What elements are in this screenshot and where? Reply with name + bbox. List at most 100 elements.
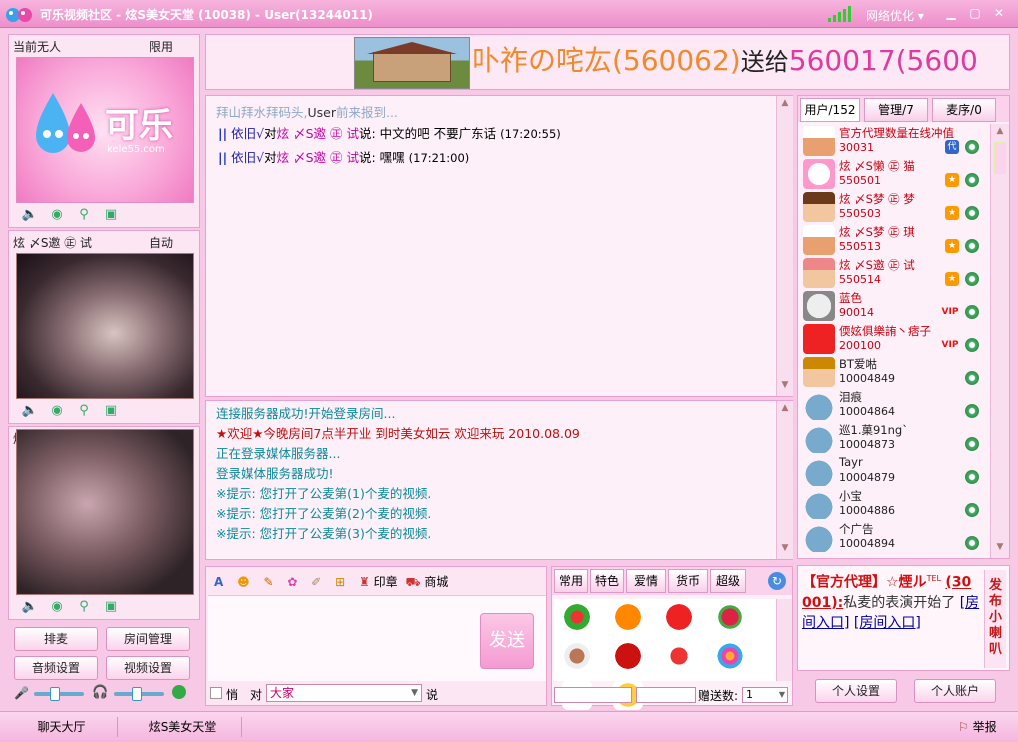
user-row[interactable]: 炫 〆S梦 ㊣ 梦 550503 ★ bbox=[801, 190, 979, 223]
gift-receiver-field[interactable] bbox=[554, 687, 632, 703]
report-button[interactable]: ⚐ 举报 bbox=[958, 718, 997, 735]
scroll-down-icon[interactable]: ▼ bbox=[779, 380, 791, 394]
mic-volume-thumb[interactable] bbox=[50, 687, 60, 701]
scroll-down-icon[interactable]: ▼ bbox=[779, 543, 791, 557]
gift-tab[interactable]: 特色 bbox=[590, 569, 624, 593]
room-link[interactable]: [房间入口] bbox=[854, 615, 921, 631]
minimize-button[interactable]: ▁ bbox=[942, 5, 960, 21]
camera-icon[interactable]: ▣ bbox=[102, 599, 120, 615]
user-list-scrollbar[interactable]: ▲ ▼ bbox=[990, 124, 1009, 558]
tab-users[interactable]: 用户/152 bbox=[800, 98, 860, 122]
volume-icon[interactable]: 🔈 bbox=[21, 403, 39, 419]
gift-tab[interactable]: 爱情 bbox=[626, 569, 666, 593]
webcam-icon[interactable] bbox=[965, 437, 979, 451]
user-row[interactable]: BT爱喖 10004849 bbox=[801, 355, 979, 388]
mic3-video[interactable] bbox=[16, 429, 194, 595]
emoji-icon[interactable]: ☻ bbox=[237, 575, 250, 589]
webcam-icon[interactable]: ◉ bbox=[48, 599, 66, 615]
tab-mic-queue[interactable]: 麦序/0 bbox=[932, 98, 996, 122]
stamp-icon[interactable]: ♜ bbox=[359, 575, 370, 589]
gift-tab[interactable]: 常用 bbox=[554, 569, 588, 593]
mall-icon[interactable]: ⛟ bbox=[405, 575, 420, 589]
webcam-icon[interactable] bbox=[965, 206, 979, 220]
mic2-video[interactable] bbox=[16, 253, 194, 399]
camera-icon[interactable]: ▣ bbox=[102, 207, 120, 223]
camera-icon[interactable]: ▣ bbox=[102, 403, 120, 419]
user-row[interactable]: 官方代理数量在线冲值 30031 代 bbox=[801, 124, 979, 157]
gift-item[interactable] bbox=[664, 602, 694, 632]
network-optimize-menu[interactable]: 网络优化 ▾ bbox=[866, 7, 924, 24]
room-manage-button[interactable]: 房间管理 bbox=[106, 627, 190, 651]
gift-icon[interactable]: ⊞ bbox=[335, 575, 345, 589]
gift-item-field[interactable] bbox=[636, 687, 696, 703]
queue-button[interactable]: 排麦 bbox=[14, 627, 98, 651]
webcam-icon[interactable] bbox=[965, 338, 979, 352]
webcam-icon[interactable]: ◉ bbox=[48, 207, 66, 223]
webcam-icon[interactable] bbox=[965, 305, 979, 319]
webcam-icon[interactable] bbox=[965, 239, 979, 253]
close-button[interactable]: ✕ bbox=[990, 5, 1008, 21]
refresh-icon[interactable]: ↻ bbox=[768, 572, 786, 590]
user-row[interactable]: 炫 〆S邀 ㊣ 试 550514 ★ bbox=[801, 256, 979, 289]
scroll-up-icon[interactable]: ▲ bbox=[779, 98, 791, 112]
zoom-icon[interactable]: ⚲ bbox=[75, 207, 93, 223]
user-row[interactable]: 炫 〆S懒 ㊣ 猫 550501 ★ bbox=[801, 157, 979, 190]
edit-icon[interactable]: ✐ bbox=[311, 575, 321, 589]
restore-button[interactable]: ▢ bbox=[966, 5, 984, 21]
webcam-icon[interactable] bbox=[965, 272, 979, 286]
scroll-thumb[interactable] bbox=[994, 142, 1006, 174]
font-icon[interactable]: A bbox=[214, 575, 223, 589]
scroll-up-icon[interactable]: ▲ bbox=[994, 126, 1006, 140]
speaker-volume-thumb[interactable] bbox=[132, 687, 142, 701]
personal-settings-button[interactable]: 个人设置 bbox=[815, 679, 897, 703]
public-chat-area[interactable]: 拜山拜水拜码头,User前来报到... || 依旧√对炫 〆S邀 ㊣ 试说: 中… bbox=[205, 95, 793, 397]
zoom-icon[interactable]: ⚲ bbox=[75, 403, 93, 419]
user-row[interactable]: 蓝色 90014 VIP bbox=[801, 289, 979, 322]
webcam-icon[interactable]: ◉ bbox=[48, 403, 66, 419]
user-row[interactable]: 个广告 10004894 bbox=[801, 520, 979, 553]
tab-managers[interactable]: 管理/7 bbox=[864, 98, 928, 122]
webcam-icon[interactable] bbox=[965, 503, 979, 517]
user-row[interactable]: 炫 〆S梦 ㊣ 琪 550513 ★ bbox=[801, 223, 979, 256]
scroll-up-icon[interactable]: ▲ bbox=[779, 403, 791, 417]
log-scrollbar[interactable]: ▲ ▼ bbox=[776, 401, 793, 559]
personal-account-button[interactable]: 个人账户 bbox=[914, 679, 996, 703]
scroll-down-icon[interactable]: ▼ bbox=[994, 542, 1006, 556]
publish-horn-button[interactable]: 发布小喇叭 bbox=[984, 570, 1006, 668]
volume-icon[interactable]: 🔈 bbox=[21, 599, 39, 615]
audio-settings-button[interactable]: 音频设置 bbox=[14, 656, 98, 680]
webcam-icon[interactable] bbox=[965, 140, 979, 154]
gift-item[interactable] bbox=[562, 602, 592, 632]
record-icon[interactable] bbox=[172, 685, 186, 699]
tab-current-room[interactable]: 炫S美女天堂 bbox=[124, 717, 242, 737]
volume-icon[interactable]: 🔈 bbox=[21, 207, 39, 223]
user-row[interactable]: 巡1.菓91ng` 10004873 bbox=[801, 421, 979, 454]
gift-item[interactable] bbox=[613, 641, 643, 671]
webcam-icon[interactable] bbox=[965, 470, 979, 484]
webcam-icon[interactable] bbox=[965, 173, 979, 187]
gift-item[interactable] bbox=[715, 641, 745, 671]
gift-item[interactable] bbox=[715, 602, 745, 632]
gift-item[interactable] bbox=[613, 602, 643, 632]
user-row[interactable]: 小宝 10004886 bbox=[801, 487, 979, 520]
tab-chat-hall[interactable]: 聊天大厅 bbox=[6, 717, 118, 737]
send-button[interactable]: 发送 bbox=[480, 613, 534, 669]
mall-label[interactable]: 商城 bbox=[424, 575, 448, 589]
chat-target-select[interactable]: 大家 ▼ bbox=[266, 684, 422, 702]
user-row[interactable]: 偄妶俱樂詴丶痞子 200100 VIP bbox=[801, 322, 979, 355]
webcam-icon[interactable] bbox=[965, 371, 979, 385]
private-checkbox[interactable] bbox=[210, 687, 222, 699]
user-row[interactable]: Tayr 10004879 bbox=[801, 454, 979, 487]
brush-icon[interactable]: ✎ bbox=[263, 575, 273, 589]
webcam-icon[interactable] bbox=[965, 404, 979, 418]
gift-tab[interactable]: 超级 bbox=[710, 569, 746, 593]
chat-scrollbar[interactable]: ▲ ▼ bbox=[776, 96, 793, 396]
stamp-label[interactable]: 印章 bbox=[374, 575, 398, 589]
gift-item[interactable] bbox=[562, 641, 592, 671]
gift-scrollbar[interactable] bbox=[776, 599, 792, 681]
zoom-icon[interactable]: ⚲ bbox=[75, 599, 93, 615]
flower-icon[interactable]: ✿ bbox=[287, 575, 297, 589]
video-settings-button[interactable]: 视频设置 bbox=[106, 656, 190, 680]
gift-item[interactable] bbox=[664, 641, 694, 671]
gift-count-select[interactable]: 1 ▼ bbox=[742, 687, 788, 703]
